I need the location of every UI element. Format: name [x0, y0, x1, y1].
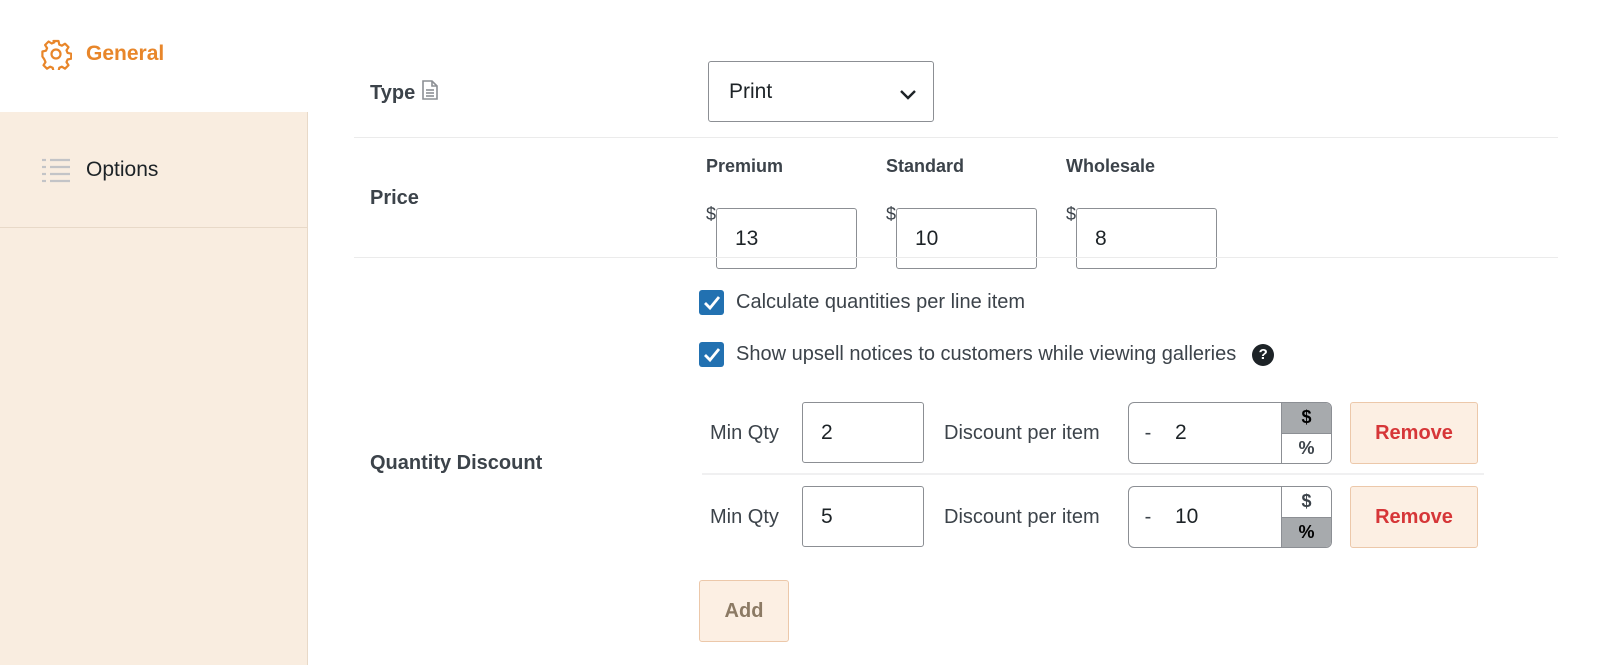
discount-per-item-label: Discount per item	[944, 506, 1100, 528]
discount-value-input[interactable]: 2	[1167, 403, 1281, 463]
discount-per-item-label: Discount per item	[944, 422, 1100, 444]
price-tier-label: Standard	[886, 156, 965, 176]
sidebar: General Options	[0, 0, 308, 665]
help-icon[interactable]: ?	[1252, 343, 1275, 366]
document-icon[interactable]	[421, 80, 439, 106]
row-divider	[354, 137, 1558, 138]
quantity-discount-label: Quantity Discount	[370, 452, 543, 474]
discount-input-group: - 2 $ %	[1128, 402, 1332, 464]
min-qty-input[interactable]: 5	[802, 486, 924, 547]
sidebar-item-options[interactable]: Options	[40, 154, 158, 186]
row-divider	[354, 257, 1558, 258]
min-qty-label: Min Qty	[710, 422, 779, 444]
unit-dollar-toggle[interactable]: $	[1282, 403, 1331, 434]
unit-percent-toggle[interactable]: %	[1282, 517, 1331, 547]
list-icon	[40, 154, 72, 186]
gear-icon	[40, 38, 73, 73]
price-standard: Standard $ 10	[886, 156, 1037, 269]
chevron-down-icon	[899, 84, 917, 100]
minus-sign: -	[1144, 505, 1152, 528]
sidebar-item-general[interactable]: General	[40, 38, 165, 73]
sidebar-divider	[0, 227, 308, 228]
calculate-per-line-item-checkbox[interactable]	[699, 290, 724, 315]
price-wholesale: Wholesale $ 8	[1066, 156, 1217, 269]
type-select[interactable]: Print	[708, 61, 934, 122]
minus-sign: -	[1144, 421, 1152, 444]
wholesale-price-input[interactable]: 8	[1076, 208, 1217, 269]
checkbox-label: Show upsell notices to customers while v…	[736, 343, 1237, 365]
show-upsell-notices-option: Show upsell notices to customers while v…	[699, 342, 1275, 367]
show-upsell-notices-checkbox[interactable]	[699, 342, 724, 367]
unit-dollar-toggle[interactable]: $	[1282, 487, 1331, 518]
standard-price-input[interactable]: 10	[896, 208, 1037, 269]
unit-percent-toggle[interactable]: %	[1282, 433, 1331, 463]
discount-row-divider	[702, 473, 1484, 475]
type-label-group: Type	[370, 80, 439, 106]
sidebar-panel	[0, 112, 308, 665]
sidebar-item-label: Options	[86, 158, 159, 181]
checkbox-label: Calculate quantities per line item	[736, 291, 1026, 313]
min-qty-input[interactable]: 2	[802, 402, 924, 463]
unit-toggle: $ %	[1281, 403, 1331, 463]
price-label: Price	[370, 187, 419, 209]
type-label: Type	[370, 81, 416, 104]
discount-row: Min Qty 2 Discount per item - 2 $ % Remo…	[702, 402, 1484, 482]
sidebar-item-label: General	[86, 42, 165, 65]
discount-input-group: - 10 $ %	[1128, 486, 1332, 548]
discount-row: Min Qty 5 Discount per item - 10 $ % Rem…	[702, 486, 1484, 566]
remove-button[interactable]: Remove	[1350, 402, 1478, 464]
calculate-per-line-item-option: Calculate quantities per line item	[699, 290, 1025, 315]
unit-toggle: $ %	[1281, 487, 1331, 547]
price-tier-label: Wholesale	[1066, 156, 1156, 176]
remove-button[interactable]: Remove	[1350, 486, 1478, 548]
discount-value-input[interactable]: 10	[1167, 487, 1281, 547]
min-qty-label: Min Qty	[710, 506, 779, 528]
price-tier-label: Premium	[706, 156, 784, 176]
premium-price-input[interactable]: 13	[716, 208, 857, 269]
price-premium: Premium $ 13	[706, 156, 857, 269]
type-select-value: Print	[729, 79, 773, 103]
add-discount-button[interactable]: Add	[699, 580, 789, 642]
